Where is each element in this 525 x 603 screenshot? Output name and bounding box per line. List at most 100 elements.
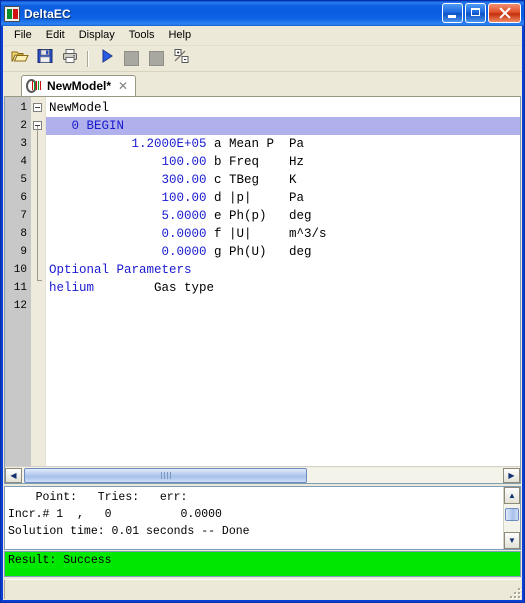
line-number: 5 xyxy=(20,174,27,186)
code-line-7[interactable]: 5.0000 e Ph(p) deg xyxy=(46,207,520,225)
minimize-button[interactable] xyxy=(442,3,463,23)
line-number: 2 xyxy=(20,120,27,132)
line-number: 8 xyxy=(20,228,27,240)
hscroll-thumb[interactable] xyxy=(24,467,307,483)
vscroll-track[interactable] xyxy=(504,504,520,532)
toolbar-separator xyxy=(87,50,89,67)
tab-strip: NewModel* ✕ xyxy=(3,72,522,96)
hscroll-track[interactable] xyxy=(22,467,503,483)
scroll-up-arrow-icon[interactable]: ▲ xyxy=(504,487,520,504)
resize-grip-icon[interactable] xyxy=(506,584,520,598)
line-number: 1 xyxy=(20,102,27,114)
scroll-grip-icon xyxy=(160,471,171,479)
code-line-5[interactable]: 300.00 c TBeg K xyxy=(46,171,520,189)
open-file-icon xyxy=(11,48,29,69)
code-text: c TBeg K xyxy=(214,173,297,187)
code-value: helium xyxy=(49,281,155,295)
menu-display[interactable]: Display xyxy=(72,27,122,44)
menu-edit[interactable]: Edit xyxy=(39,27,72,44)
output-text: Point: Tries: err: Incr.# 1 , 0 0.0000 S… xyxy=(5,487,503,549)
result-status-bar: Result: Success xyxy=(4,551,521,577)
menu-help[interactable]: Help xyxy=(161,27,198,44)
line-number: 12 xyxy=(13,300,27,312)
window-title: DeltaEC xyxy=(24,6,71,21)
output-line-3: Solution time: 0.01 seconds -- Done xyxy=(8,525,250,538)
code-line-11[interactable]: helium Gas type xyxy=(46,279,520,297)
line-number: 3 xyxy=(20,138,27,150)
line-number: 6 xyxy=(20,192,27,204)
code-line-2[interactable]: 0 BEGIN xyxy=(46,117,520,135)
scroll-down-arrow-icon[interactable]: ▼ xyxy=(504,532,520,549)
code-text: NewModel xyxy=(49,101,110,115)
print-icon xyxy=(62,48,78,69)
line-number: 9 xyxy=(20,246,27,258)
code-text: Gas type xyxy=(154,281,215,295)
code-line-12[interactable] xyxy=(46,297,520,315)
print-button[interactable] xyxy=(58,48,81,70)
code-value: 300.00 xyxy=(49,173,215,187)
tab-newmodel[interactable]: NewModel* ✕ xyxy=(21,75,137,96)
deltaec-model-icon xyxy=(26,78,43,94)
scroll-right-arrow-icon[interactable]: ▶ xyxy=(503,467,520,483)
code-value: 0.0000 xyxy=(49,245,215,259)
code-text: e Ph(p) deg xyxy=(214,209,312,223)
open-file-button[interactable] xyxy=(8,48,31,70)
result-text: Result: Success xyxy=(8,554,112,567)
menu-tools[interactable]: Tools xyxy=(122,27,162,44)
editor-body[interactable]: 1 2 3 4 5 6 7 8 9 10 11 12 NewModel 0 BE… xyxy=(5,97,520,466)
output-vertical-scrollbar[interactable]: ▲ ▼ xyxy=(503,487,520,549)
tab-label: NewModel* xyxy=(47,79,112,93)
window-controls xyxy=(442,3,521,23)
disabled-square-1-button xyxy=(120,48,143,70)
code-value: 1.2000E+05 xyxy=(49,137,215,151)
toolbar xyxy=(3,46,522,72)
line-number: 10 xyxy=(13,264,27,276)
save-file-icon xyxy=(37,48,53,69)
code-value: 100.00 xyxy=(49,155,215,169)
code-line-8[interactable]: 0.0000 f |U| m^3/s xyxy=(46,225,520,243)
code-value: 0.0000 xyxy=(49,227,215,241)
save-file-button[interactable] xyxy=(33,48,56,70)
maximize-button[interactable] xyxy=(465,3,486,23)
disabled-square-1-icon xyxy=(124,51,139,66)
run-icon xyxy=(100,48,114,69)
plus-minus-button[interactable] xyxy=(170,48,193,70)
code-line-6[interactable]: 100.00 d |p| Pa xyxy=(46,189,520,207)
line-number: 7 xyxy=(20,210,27,222)
code-line-4[interactable]: 100.00 b Freq Hz xyxy=(46,153,520,171)
close-button[interactable] xyxy=(488,3,521,23)
fold-row xyxy=(31,117,45,135)
code-value: 5.0000 xyxy=(49,209,215,223)
line-number: 4 xyxy=(20,156,27,168)
run-button[interactable] xyxy=(95,48,118,70)
code-line-10[interactable]: Optional Parameters xyxy=(46,261,520,279)
vscroll-thumb[interactable] xyxy=(505,508,519,521)
model-editor: 1 2 3 4 5 6 7 8 9 10 11 12 NewModel 0 BE… xyxy=(4,96,521,484)
menu-bar: File Edit Display Tools Help xyxy=(3,26,522,46)
menu-file[interactable]: File xyxy=(7,27,39,44)
editor-horizontal-scrollbar[interactable]: ◀ ▶ xyxy=(5,466,520,483)
plus-minus-icon xyxy=(173,48,191,69)
code-area[interactable]: NewModel 0 BEGIN 1.2000E+05 a Mean P Pa … xyxy=(46,97,520,466)
line-number: 11 xyxy=(13,282,27,294)
code-text: a Mean P Pa xyxy=(214,137,305,151)
code-line-9[interactable]: 0.0000 g Ph(U) deg xyxy=(46,243,520,261)
disabled-square-2-icon xyxy=(149,51,164,66)
code-text: 0 BEGIN xyxy=(49,119,125,133)
client-area: File Edit Display Tools Help NewModel* ✕… xyxy=(1,26,524,602)
code-line-1[interactable]: NewModel xyxy=(46,99,520,117)
code-text: g Ph(U) deg xyxy=(214,245,312,259)
line-number-gutter: 1 2 3 4 5 6 7 8 9 10 11 12 xyxy=(5,97,31,466)
tab-close-icon[interactable]: ✕ xyxy=(115,80,131,92)
fold-collapse-icon[interactable] xyxy=(33,103,42,112)
output-panel: Point: Tries: err: Incr.# 1 , 0 0.0000 S… xyxy=(4,486,521,550)
scroll-left-arrow-icon[interactable]: ◀ xyxy=(5,467,22,483)
code-value: 100.00 xyxy=(49,191,215,205)
code-line-3[interactable]: 1.2000E+05 a Mean P Pa xyxy=(46,135,520,153)
code-text: b Freq Hz xyxy=(214,155,305,169)
disabled-square-2-button xyxy=(145,48,168,70)
fold-row xyxy=(31,99,45,117)
output-line-1: Point: Tries: err: xyxy=(8,491,188,504)
code-text: d |p| Pa xyxy=(214,191,305,205)
deltaec-logo-icon xyxy=(4,5,20,22)
